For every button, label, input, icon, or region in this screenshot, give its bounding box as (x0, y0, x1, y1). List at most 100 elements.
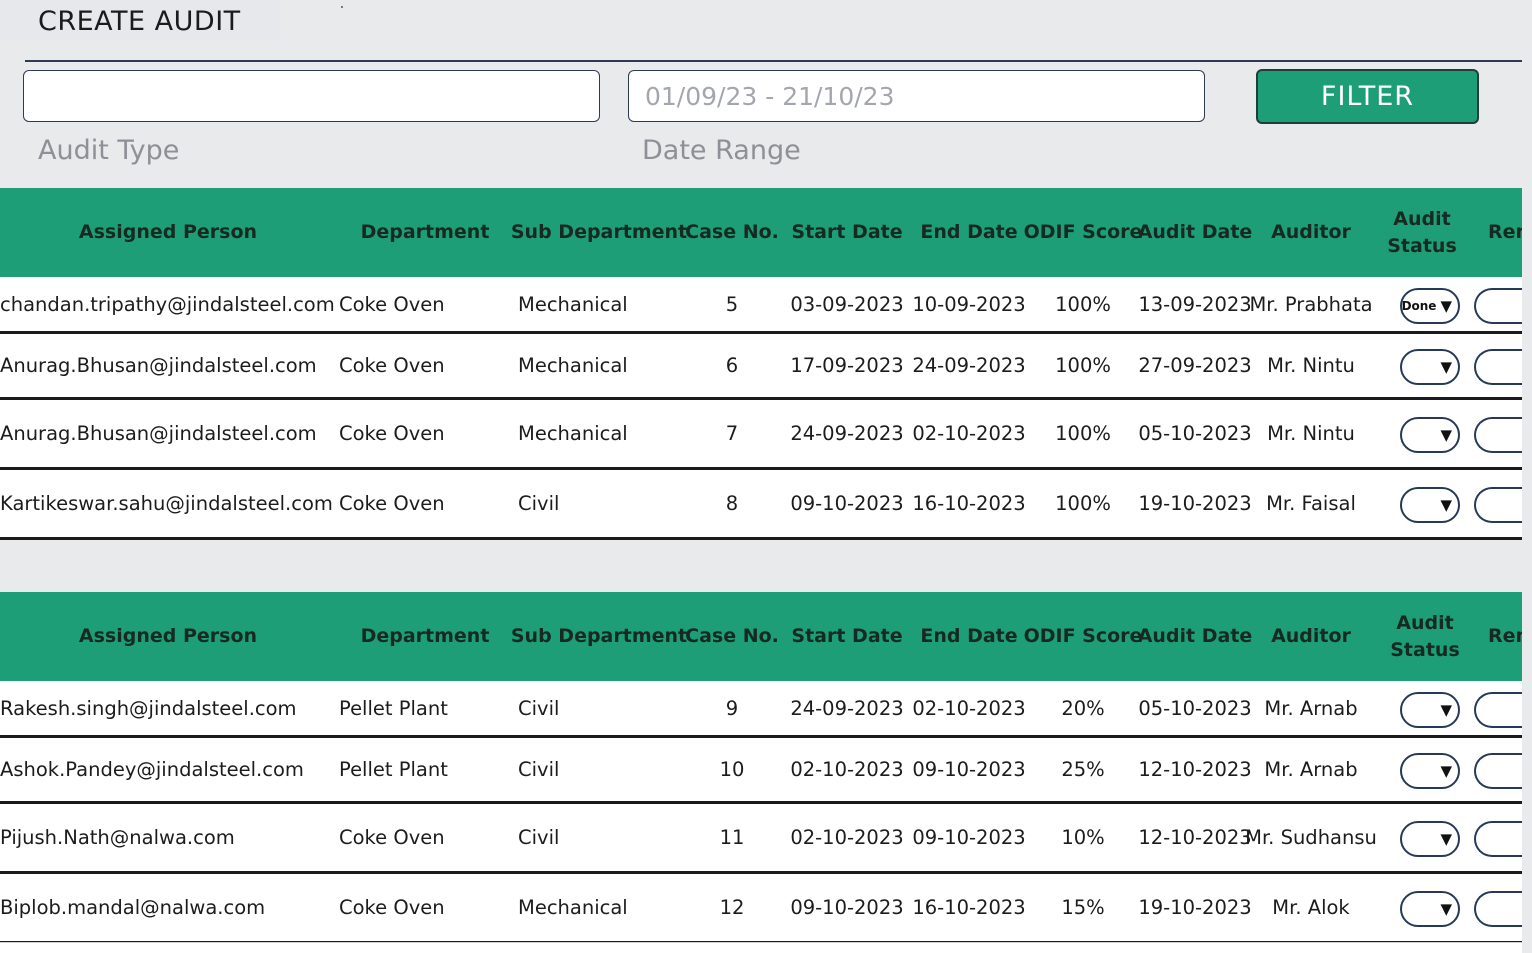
cell-case: 7 (725, 422, 739, 445)
cell-score: 15% (1061, 896, 1105, 919)
audit-type-input[interactable] (24, 71, 599, 121)
audit-type-field[interactable] (23, 70, 600, 122)
cell-case: 9 (725, 696, 739, 720)
filter-button[interactable]: FILTER (1256, 69, 1479, 124)
cell-audit-date: 12-10-2023 (1138, 826, 1252, 849)
table-row: Biplob.mandal@nalwa.com Coke Oven Mechanic… (0, 874, 1522, 944)
cell-score: 100% (1055, 354, 1111, 377)
header-divider (25, 60, 1522, 62)
cell-auditor: Mr. Arnab (1264, 696, 1358, 720)
date-range-field[interactable] (628, 70, 1205, 122)
cell-auditor: Mr. Alok (1272, 896, 1350, 919)
cell-score: 20% (1061, 696, 1105, 720)
remarks-button[interactable] (1474, 288, 1522, 324)
cell-person: chandan.tripathy@jindalsteel.com (0, 292, 335, 316)
chevron-down-icon: ▼ (1440, 700, 1452, 719)
cell-score: 100% (1055, 422, 1111, 445)
column-header-rem: Rem (1488, 221, 1522, 243)
audit-type-label: Audit Type (38, 135, 180, 166)
cell-score: 100% (1055, 492, 1111, 515)
remarks-button[interactable] (1474, 349, 1522, 385)
audit-status-header-line: Audit (1396, 611, 1454, 634)
audit-status-dropdown[interactable]: ▼ (1400, 753, 1460, 789)
chevron-down-icon: ▼ (1440, 425, 1452, 444)
table-header: Assigned Person Department Sub Department C… (0, 592, 1522, 681)
chevron-down-icon: ▼ (1440, 899, 1452, 918)
column-header-assigned-person: Assigned Person (78, 625, 258, 647)
audit-status-dropdown[interactable]: ▼ (1400, 349, 1460, 385)
column-header-start-date: Start Date (791, 221, 903, 243)
page-title: CREATE AUDIT (38, 6, 241, 37)
cell-audit-date: 19-10-2023 (1138, 896, 1252, 919)
cell-auditor: Mr. Sudhansu (1245, 826, 1377, 849)
table-row: Kartikeswar.sahu@jindalsteel.com Coke Ove… (0, 470, 1522, 540)
cell-dept: Pellet Plant (339, 696, 448, 720)
cell-dept: Pellet Plant (339, 758, 448, 781)
cell-sub: Civil (518, 758, 560, 781)
column-header-end-date: End Date (920, 221, 1018, 243)
column-header-odif-score: ODIF Score (1023, 625, 1143, 647)
cell-case: 6 (725, 354, 739, 377)
cell-sub: Mechanical (518, 292, 628, 316)
table-row: Ashok.Pandey@jindalsteel.com Pellet Plant… (0, 738, 1522, 804)
cell-end: 16-10-2023 (912, 896, 1026, 919)
cell-sub: Civil (518, 826, 560, 849)
cell-person: Kartikeswar.sahu@jindalsteel.com (0, 492, 333, 515)
cell-sub: Civil (518, 696, 560, 720)
cell-case: 8 (725, 492, 739, 515)
cell-audit-date: 05-10-2023 (1138, 422, 1252, 445)
audit-status-header-line: Audit (1393, 207, 1451, 230)
chevron-down-icon: ▼ (1440, 495, 1452, 514)
date-range-input[interactable] (629, 71, 1204, 121)
remarks-button[interactable] (1474, 487, 1522, 523)
cell-case: 12 (719, 896, 745, 919)
cell-start: 03-09-2023 (790, 292, 904, 316)
chevron-down-icon: ▼ (1440, 357, 1452, 376)
cell-auditor: Mr. Arnab (1264, 758, 1358, 781)
cell-dept: Coke Oven (339, 422, 445, 445)
column-header-start-date: Start Date (791, 625, 903, 647)
audit-status-dropdown[interactable]: ▼ (1400, 487, 1460, 523)
date-range-label: Date Range (642, 135, 801, 166)
remarks-button[interactable] (1474, 753, 1522, 789)
audit-status-dropdown[interactable]: ▼ (1400, 821, 1460, 857)
table-gap (0, 540, 1522, 592)
table-row: Anurag.Bhusan@jindalsteel.com Coke Oven Me… (0, 334, 1522, 400)
cell-score: 100% (1055, 292, 1111, 316)
column-header-audit-status: Audit Status (1387, 188, 1457, 277)
cell-auditor: Mr. Prabhata (1249, 292, 1373, 316)
column-header-auditor: Auditor (1271, 221, 1351, 243)
cell-start: 09-10-2023 (790, 492, 904, 515)
chevron-down-icon: ▼ (1440, 296, 1452, 315)
cell-score: 25% (1061, 758, 1105, 781)
column-header-end-date: End Date (920, 625, 1018, 647)
audit-status-dropdown[interactable]: ▼ (1400, 891, 1460, 927)
cell-start: 09-10-2023 (790, 896, 904, 919)
cell-start: 02-10-2023 (790, 826, 904, 849)
column-header-audit-status: Audit Status (1390, 592, 1460, 681)
cell-audit-date: 19-10-2023 (1138, 492, 1252, 515)
cell-person: Anurag.Bhusan@jindalsteel.com (0, 422, 317, 445)
table-row: Rakesh.singh@jindalsteel.com Pellet Plant… (0, 681, 1522, 738)
audit-status-dropdown[interactable]: ▼ (1400, 417, 1460, 453)
remarks-button[interactable] (1474, 692, 1522, 728)
cell-auditor: Mr. Nintu (1267, 422, 1355, 445)
cell-end: 02-10-2023 (912, 422, 1026, 445)
audit-status-header-line: Status (1390, 638, 1460, 661)
table-header: Assigned Person Department Sub Department C… (0, 188, 1522, 277)
remarks-button[interactable] (1474, 821, 1522, 857)
audit-status-dropdown[interactable]: ▼ (1400, 692, 1460, 728)
cell-sub: Civil (518, 492, 560, 515)
cell-end: 09-10-2023 (912, 826, 1026, 849)
cell-audit-date: 05-10-2023 (1138, 696, 1252, 720)
cell-auditor: Mr. Faisal (1266, 492, 1356, 515)
remarks-button[interactable] (1474, 417, 1522, 453)
cell-end: 16-10-2023 (912, 492, 1026, 515)
audit-status-dropdown[interactable]: Done ▼ (1400, 288, 1460, 324)
column-header-auditor: Auditor (1271, 625, 1351, 647)
table-row: Pijush.Nath@nalwa.com Coke Oven Civil 11 02-… (0, 804, 1522, 874)
cell-dept: Coke Oven (339, 354, 445, 377)
remarks-button[interactable] (1474, 891, 1522, 927)
cell-dept: Coke Oven (339, 826, 445, 849)
column-header-assigned-person: Assigned Person (78, 221, 258, 243)
